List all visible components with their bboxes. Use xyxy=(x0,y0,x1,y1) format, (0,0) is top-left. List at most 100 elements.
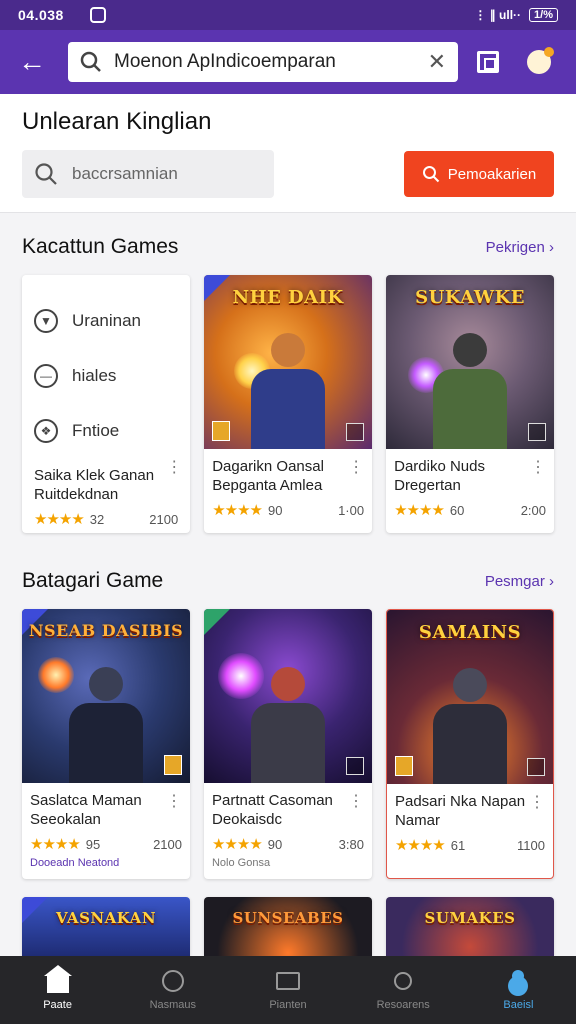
rating-value: 90 xyxy=(268,502,283,518)
game-card[interactable]: SAMAINS Padsari Nka Napan Namar ★★★★ 61 … xyxy=(385,609,554,879)
price-value: 2100 xyxy=(153,836,182,852)
price-value: 2100 xyxy=(149,511,179,527)
controller-icon: — xyxy=(34,363,58,388)
shield-icon: ▼ xyxy=(34,308,58,333)
category-label: hiales xyxy=(72,365,117,385)
category-label: Uraninan xyxy=(72,310,141,330)
price-value: 2:00 xyxy=(520,502,547,518)
nav-label: Pianten xyxy=(269,999,307,1011)
publisher-tag xyxy=(528,423,547,441)
search-section: Unlearan Kinglian baccrsamnian Pemoakari… xyxy=(0,94,576,213)
search-icon xyxy=(422,166,440,183)
more-menu-icon[interactable]: ⋮ xyxy=(530,457,546,477)
game-card[interactable]: VASNAKAN xyxy=(22,897,190,959)
inner-search-input[interactable]: baccrsamnian xyxy=(22,150,274,198)
game-logo: SUKAWKE xyxy=(415,287,525,308)
star-rating-icon: ★★★★ xyxy=(211,836,263,853)
game-card[interactable]: SUKAWKE Dardiko Nuds Dregertan ★★★★ 60 2… xyxy=(386,275,555,533)
age-rating-badge xyxy=(394,756,413,776)
star-rating-icon: ★★★★ xyxy=(30,836,81,853)
star-rating-icon: ★★★★ xyxy=(34,511,85,528)
game-artwork: SUKAWKE xyxy=(386,275,555,449)
game-character xyxy=(250,667,325,783)
rating-value: 61 xyxy=(450,837,466,853)
game-logo: SUNSEABES xyxy=(232,909,344,927)
status-time: 04.038 xyxy=(18,7,64,23)
section-title: Batagari Game xyxy=(22,569,164,592)
age-rating-badge xyxy=(212,421,231,441)
nav-history[interactable]: Nasmaus xyxy=(115,956,230,1024)
category-item[interactable]: — hiales xyxy=(34,348,178,403)
section-more-games: VASNAKAN SUNSEABES SUMAKES xyxy=(0,879,576,959)
nav-label: Resoarens xyxy=(376,999,430,1011)
card-title: Padsari Nka Napan Namar xyxy=(394,793,526,829)
game-card[interactable]: Partnatt Casoman Deokaisdc ★★★★ 90 3:80 … xyxy=(203,609,372,879)
game-logo: VASNAKAN xyxy=(55,909,157,927)
game-character xyxy=(433,333,508,449)
price-value: 1·00 xyxy=(338,502,365,518)
card-title: Saslatca Maman Seeokalan xyxy=(30,792,142,828)
nav-label: Paate xyxy=(43,999,72,1011)
game-card[interactable]: NHE DAIK Dagarikn Oansal Bepganta Amlea … xyxy=(204,275,373,533)
card-title: Dardiko Nuds Dregertan xyxy=(394,458,485,494)
game-character xyxy=(68,667,143,783)
nav-profile[interactable]: Baeisl xyxy=(461,956,576,1024)
rating-value: 90 xyxy=(267,836,283,852)
status-bar: 04.038 ⋮ ∥ ull·· 1/% xyxy=(0,0,576,30)
clock-icon xyxy=(161,970,184,992)
ribbon-icon xyxy=(203,609,230,635)
top-search-value[interactable]: Moenon ApIndicoemparan xyxy=(114,51,428,73)
developer-label: Dooeadn Neatond xyxy=(30,857,120,869)
search-icon xyxy=(35,163,57,185)
game-artwork xyxy=(203,609,372,783)
tab-icon xyxy=(276,972,300,990)
category-card[interactable]: ▼ Uraninan — hiales ❖ Fntioe Saika Klek … xyxy=(22,275,191,533)
nav-home[interactable]: Paate xyxy=(0,956,115,1024)
section-featured-games: Kacattun Games Pekrigen › ▼ Uraninan — h… xyxy=(0,213,576,533)
tips-button[interactable] xyxy=(518,44,554,80)
search-button[interactable]: Pemoakarien xyxy=(404,151,554,197)
search-button-label: Pemoakarien xyxy=(447,165,537,183)
more-menu-icon[interactable]: ⋮ xyxy=(348,457,364,477)
price-value: 1100 xyxy=(517,837,545,853)
card-title: Saika Klek Ganan Ruitdekdnan xyxy=(34,467,155,503)
bottom-navigation: Paate Nasmaus Pianten Resoarens Baeisl xyxy=(0,956,576,1024)
profile-icon xyxy=(512,970,525,982)
game-card[interactable]: SUNSEABES xyxy=(204,897,372,959)
see-more-link[interactable]: Pekrigen › xyxy=(486,239,554,256)
more-menu-icon[interactable]: ⋮ xyxy=(166,791,182,811)
more-menu-icon[interactable]: ⋮ xyxy=(529,792,545,812)
game-logo: SUMAKES xyxy=(424,909,516,927)
more-menu-icon[interactable]: ⋮ xyxy=(166,457,182,477)
nav-label: Nasmaus xyxy=(149,999,197,1011)
rating-value: 32 xyxy=(89,511,105,527)
nav-search[interactable]: Resoarens xyxy=(346,956,461,1024)
see-more-link[interactable]: Pesmgar › xyxy=(485,573,554,590)
game-character xyxy=(432,668,507,784)
star-rating-icon: ★★★★ xyxy=(212,502,263,519)
top-search-field[interactable]: Moenon ApIndicoemparan ✕ xyxy=(68,42,458,82)
category-item[interactable]: ❖ Fntioe xyxy=(34,403,178,458)
category-item[interactable]: ▼ Uraninan xyxy=(34,293,178,348)
home-icon xyxy=(43,965,72,993)
star-rating-icon: ★★★★ xyxy=(394,837,446,854)
timer-icon: ❖ xyxy=(34,418,58,443)
game-logo: NHE DAIK xyxy=(232,287,344,308)
more-menu-icon[interactable]: ⋮ xyxy=(348,791,364,811)
game-card[interactable]: NSEAB DASIBIS Saslatca Maman Seeokalan ★… xyxy=(22,609,190,879)
battery-icon: 1/% xyxy=(529,8,558,22)
publisher-tag xyxy=(526,758,545,776)
age-rating-badge xyxy=(163,755,182,775)
game-artwork: VASNAKAN xyxy=(22,897,190,959)
card-title: Partnatt Casoman Deokaisdc xyxy=(211,792,333,828)
price-value: 3:80 xyxy=(338,836,364,852)
page-title: Unlearan Kinglian xyxy=(22,108,212,135)
lightbulb-icon xyxy=(527,47,554,74)
clear-icon[interactable]: ✕ xyxy=(428,49,446,75)
nav-tabs[interactable]: Pianten xyxy=(230,956,345,1024)
game-card[interactable]: SUMAKES xyxy=(386,897,554,959)
back-arrow-icon[interactable]: ← xyxy=(12,42,52,82)
category-label: Fntioe xyxy=(72,420,120,440)
tabs-button[interactable] xyxy=(470,44,506,80)
search-placeholder: baccrsamnian xyxy=(72,164,178,183)
